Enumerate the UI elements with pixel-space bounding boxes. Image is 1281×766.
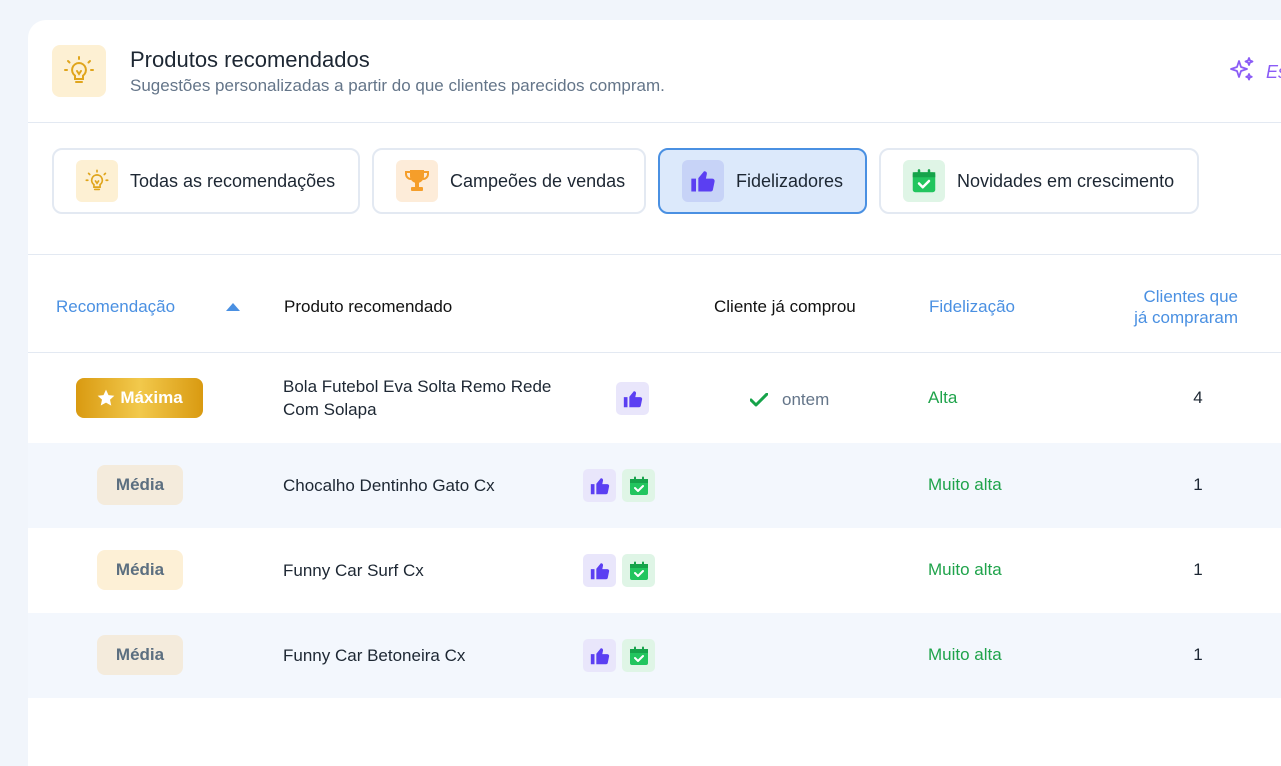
loyalty-value: Alta: [928, 388, 958, 407]
recommendations-card: Produtos recomendados Sugestões personal…: [28, 20, 1281, 766]
recommendation-badge-medium: Média: [97, 550, 183, 590]
ai-suggestions-label: Es: [1266, 62, 1281, 82]
trophy-icon: [396, 160, 438, 202]
customers-count: 1: [1193, 560, 1203, 579]
product-name[interactable]: Funny Car Surf Cx: [283, 559, 424, 582]
thumbs-up-icon: [583, 554, 616, 587]
recommendation-badge-medium: Média: [97, 635, 183, 675]
column-bought: Cliente já comprou: [714, 297, 856, 316]
loyalty-value: Muito alta: [928, 560, 1002, 579]
tab-growing-novelties[interactable]: Novidades em crescimento: [879, 148, 1199, 214]
lightbulb-icon: [52, 45, 106, 97]
table-row[interactable]: Média Funny Car Betoneira Cx Muito alta …: [28, 613, 1281, 698]
table-header: Recomendação Produto recomendado Cliente…: [28, 255, 1281, 353]
page-title: Produtos recomendados: [130, 47, 370, 72]
thumbs-up-icon: [682, 160, 724, 202]
table-row[interactable]: Média Funny Car Surf Cx Muito alta 1: [28, 528, 1281, 613]
check-icon: [750, 393, 768, 407]
tab-label: Todas as recomendações: [130, 170, 336, 191]
recommendation-badge-medium: Média: [97, 465, 183, 505]
column-product: Produto recomendado: [284, 297, 453, 316]
customers-count: 1: [1193, 475, 1203, 494]
table-row[interactable]: Máxima Bola Futebol Eva Solta Remo Rede …: [28, 356, 1281, 441]
page-subtitle: Sugestões personalizadas a partir do que…: [130, 76, 665, 95]
tab-sales-champions[interactable]: Campeões de vendas: [372, 148, 646, 214]
customers-count: 1: [1193, 645, 1203, 664]
bought-indicator: ontem: [750, 390, 829, 410]
calendar-check-icon: [622, 554, 655, 587]
recommendation-badge-max: Máxima: [76, 378, 203, 418]
tab-label: Campeões de vendas: [450, 170, 626, 191]
star-icon: [97, 389, 115, 406]
thumbs-up-icon: [583, 639, 616, 672]
column-recommendation[interactable]: Recomendação: [56, 297, 175, 317]
table-row[interactable]: Média Chocalho Dentinho Gato Cx Muito al…: [28, 443, 1281, 528]
customers-count: 4: [1193, 388, 1203, 407]
tab-label: Fidelizadores: [736, 170, 844, 191]
tab-loyalty-builders[interactable]: Fidelizadores: [658, 148, 867, 214]
product-name[interactable]: Bola Futebol Eva Solta Remo Rede Com Sol…: [283, 375, 551, 421]
loyalty-value: Muito alta: [928, 645, 1002, 664]
sparkles-icon: [1228, 56, 1256, 89]
thumbs-up-icon: [616, 382, 649, 415]
calendar-check-icon: [622, 639, 655, 672]
loyalty-value: Muito alta: [928, 475, 1002, 494]
product-name[interactable]: Funny Car Betoneira Cx: [283, 644, 465, 667]
tab-label: Novidades em crescimento: [957, 170, 1175, 191]
product-name[interactable]: Chocalho Dentinho Gato Cx: [283, 474, 495, 497]
calendar-check-icon: [903, 160, 945, 202]
sort-asc-icon[interactable]: [225, 299, 241, 317]
ai-suggestions-button[interactable]: Es: [1228, 56, 1281, 89]
lightbulb-icon: [76, 160, 118, 202]
column-customers[interactable]: Clientes que já compraram: [1108, 286, 1238, 328]
calendar-check-icon: [622, 469, 655, 502]
tab-all-recommendations[interactable]: Todas as recomendações: [52, 148, 360, 214]
card-header: Produtos recomendados Sugestões personal…: [28, 20, 1281, 123]
column-loyalty[interactable]: Fidelização: [929, 297, 1015, 317]
thumbs-up-icon: [583, 469, 616, 502]
